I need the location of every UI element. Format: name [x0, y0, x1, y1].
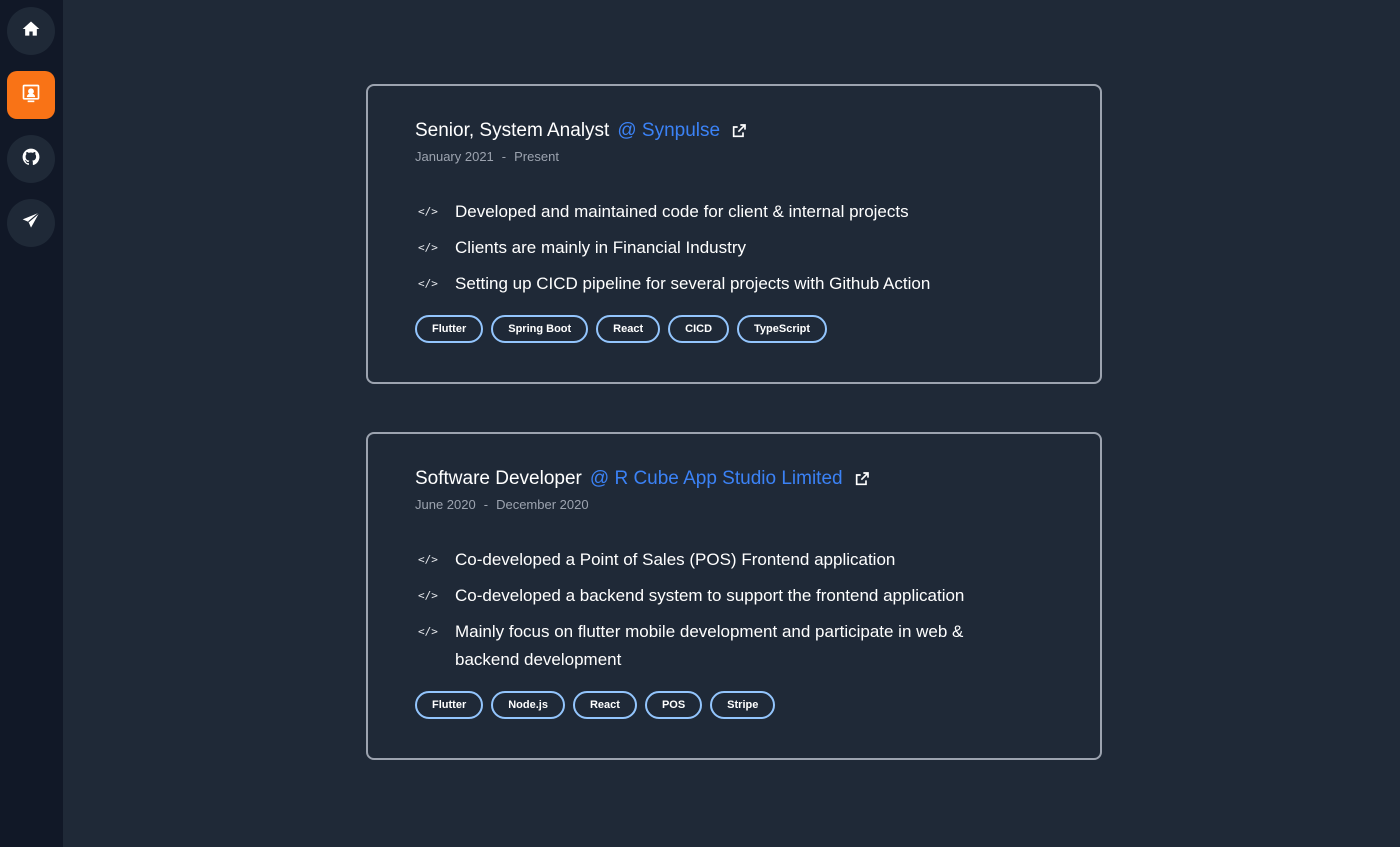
responsibility-list: </> Developed and maintained code for cl…: [415, 198, 1015, 306]
responsibility-text: Setting up CICD pipeline for several pro…: [455, 274, 931, 293]
experience-card: Senior, System Analyst @ Synpulse Januar…: [366, 84, 1102, 384]
responsibility-text: Clients are mainly in Financial Industry: [455, 238, 747, 257]
tech-tag: Stripe: [710, 691, 776, 719]
responsibility-text: Developed and maintained code for client…: [455, 202, 909, 221]
company-link[interactable]: @ R Cube App Studio Limited: [590, 468, 843, 490]
date-range: June 2020- December 2020: [415, 497, 589, 512]
tech-tag: CICD: [668, 315, 730, 343]
github-icon: [21, 147, 41, 172]
tech-tag: Flutter: [415, 691, 484, 719]
experience-title-row: Software Developer @ R Cube App Studio L…: [415, 468, 870, 490]
home-icon: [21, 19, 41, 44]
list-item: </> Developed and maintained code for cl…: [415, 198, 1015, 226]
list-item: </> Co-developed a Point of Sales (POS) …: [415, 546, 1015, 574]
nav-experience-button[interactable]: [7, 71, 55, 119]
responsibility-text: Co-developed a backend system to support…: [455, 586, 965, 605]
tech-tag: Spring Boot: [491, 315, 589, 343]
company-link[interactable]: @ Synpulse: [617, 120, 720, 142]
responsibility-text: Mainly focus on flutter mobile developme…: [455, 622, 964, 669]
nav-github-button[interactable]: [7, 135, 55, 183]
list-item: </> Setting up CICD pipeline for several…: [415, 270, 1015, 298]
tech-tags: Flutter Node.js React POS Stripe: [415, 691, 776, 719]
experience-title-row: Senior, System Analyst @ Synpulse: [415, 120, 747, 142]
external-link-icon[interactable]: [731, 123, 747, 139]
tech-tag: TypeScript: [737, 315, 828, 343]
responsibility-list: </> Co-developed a Point of Sales (POS) …: [415, 546, 1015, 682]
code-icon: </>: [418, 241, 438, 254]
tech-tag: Node.js: [491, 691, 565, 719]
presentation-icon: [21, 83, 41, 108]
role-title: Senior, System Analyst: [415, 120, 610, 141]
tech-tag: POS: [644, 691, 703, 719]
send-icon: [21, 211, 41, 236]
code-icon: </>: [418, 625, 438, 638]
end-date: Present: [514, 149, 559, 164]
tech-tags: Flutter Spring Boot React CICD TypeScrip…: [415, 315, 828, 343]
list-item: </> Mainly focus on flutter mobile devel…: [415, 618, 1015, 674]
date-range: January 2021- Present: [415, 149, 559, 164]
list-item: </> Clients are mainly in Financial Indu…: [415, 234, 1015, 262]
tech-tag: React: [596, 315, 661, 343]
nav-contact-button[interactable]: [7, 199, 55, 247]
date-separator: -: [483, 497, 489, 512]
code-icon: </>: [418, 553, 438, 566]
nav-home-button[interactable]: [7, 7, 55, 55]
start-date: June 2020: [415, 497, 476, 512]
start-date: January 2021: [415, 149, 494, 164]
tech-tag: React: [572, 691, 637, 719]
list-item: </> Co-developed a backend system to sup…: [415, 582, 1015, 610]
role-title: Software Developer: [415, 468, 582, 489]
code-icon: </>: [418, 589, 438, 602]
experience-card: Software Developer @ R Cube App Studio L…: [366, 432, 1102, 760]
external-link-icon[interactable]: [854, 471, 870, 487]
tech-tag: Flutter: [415, 315, 484, 343]
responsibility-text: Co-developed a Point of Sales (POS) Fron…: [455, 550, 896, 569]
code-icon: </>: [418, 277, 438, 290]
date-separator: -: [501, 149, 507, 164]
sidebar: [0, 0, 63, 847]
end-date: December 2020: [496, 497, 589, 512]
code-icon: </>: [418, 205, 438, 218]
